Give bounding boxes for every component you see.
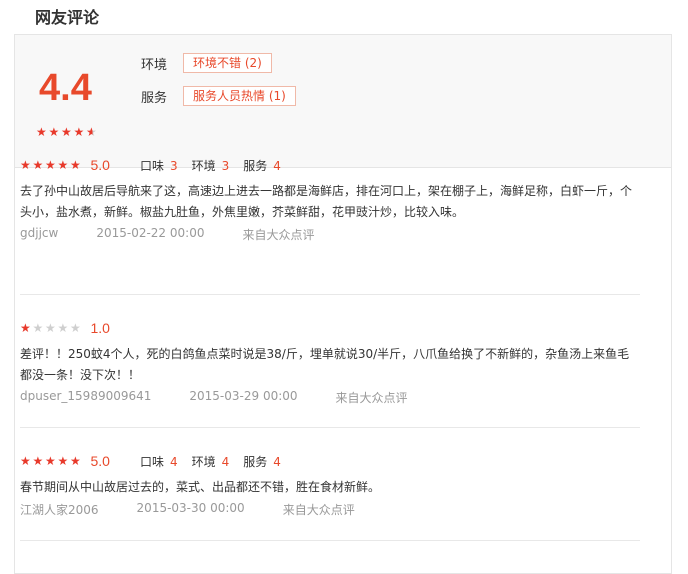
review-score: 1.0 [90, 320, 110, 336]
review-list: ★ ★ ★ ★ ★ 5.0 口味 3 环境 3 服务 4 去了孙中山故居后导航来了这，高速边上… [20, 148, 640, 541]
subscore-label: 环境 [191, 158, 216, 173]
subscore-value: 3 [221, 158, 230, 173]
star-icon: ★ [61, 125, 72, 139]
overall-score: 4.4 [39, 67, 92, 109]
subscore-label: 服务 [243, 454, 268, 469]
section-title: 网友评论 [35, 8, 100, 27]
star-icon: ★ [57, 158, 69, 172]
star-icon: ★ [86, 125, 97, 139]
tag-service-friendly[interactable]: 服务人员热情 (1) [183, 86, 296, 106]
review-user[interactable]: dpuser_15989009641 [20, 389, 151, 406]
subscore-value: 4 [169, 454, 178, 469]
review-meta: dpuser_15989009641 2015-03-29 00:00 来自大众… [20, 389, 640, 406]
review-item: ★ ★ ★ ★ ★ 5.0 口味 3 环境 3 服务 4 去了孙中山故居后导航来了这，高速边上… [20, 148, 640, 295]
review-star-rating: ★ ★ ★ ★ ★ [20, 455, 83, 467]
subscore-taste: 口味 4 [140, 453, 178, 470]
review-source: 来自大众点评 [282, 503, 355, 517]
review-user[interactable]: gdjjcw [20, 226, 58, 243]
review-meta: gdjjcw 2015-02-22 00:00 来自大众点评 [20, 226, 640, 243]
star-icon: ★ [73, 125, 85, 139]
review-text: 去了孙中山故居后导航来了这，高速边上进去一路都是海鲜店，排在河口上，架在棚子上，… [20, 184, 633, 219]
review-header: ★ ★ ★ ★ ★ 5.0 口味 3 环境 3 服务 4 [20, 154, 640, 176]
tag-row-environment: 环境 环境不错 (2) [141, 53, 272, 73]
subscore-environment: 环境 3 [192, 157, 230, 174]
star-icon: ★ [70, 158, 81, 172]
star-icon: ★ [20, 321, 31, 335]
subscore-environment: 环境 4 [192, 453, 230, 470]
subscore-value: 4 [273, 158, 281, 173]
review-source: 来自大众点评 [335, 391, 408, 405]
star-icon: ★ [45, 454, 56, 468]
star-icon: ★ [45, 321, 56, 335]
star-icon: ★ [57, 454, 69, 468]
tag-category-label: 服务 [141, 90, 168, 106]
star-icon: ★ [45, 158, 56, 172]
review-date: 2015-03-29 00:00 [189, 389, 298, 403]
subscore-value: 4 [273, 454, 281, 469]
star-icon: ★ [70, 321, 81, 335]
tag-category-label: 环境 [141, 57, 168, 73]
review-text: 差评！！250蚊4个人，死的白鸽鱼点菜时说是38/斤，埋单就说30/半斤，八爪鱼… [20, 347, 630, 382]
subscore-label: 环境 [191, 454, 216, 469]
review-score: 5.0 [90, 453, 110, 469]
review-date: 2015-02-22 00:00 [96, 226, 205, 240]
overall-star-rating: ★ ★ ★ ★ ★ [36, 126, 99, 138]
subscore-service: 服务 4 [243, 453, 281, 470]
subscore-value: 4 [221, 454, 230, 469]
star-icon: ★ [20, 454, 31, 468]
star-icon: ★ [32, 454, 44, 468]
star-icon: ★ [36, 125, 47, 139]
review-meta: 江湖人家2006 2015-03-30 00:00 来自大众点评 [20, 501, 640, 518]
review-header: ★ ★ ★ ★ ★ 5.0 口味 4 环境 4 服务 4 [20, 450, 640, 472]
subscore-label: 口味 [139, 158, 164, 173]
review-item: ★ ★ ★ ★ ★ 1.0 差评！！250蚊4个人，死的白鸽鱼点菜时说是38/斤，埋单就… [20, 295, 640, 428]
subscore-value: 3 [169, 158, 178, 173]
star-icon: ★ [32, 321, 44, 335]
subscore-service: 服务 4 [243, 157, 281, 174]
review-header: ★ ★ ★ ★ ★ 1.0 [20, 317, 640, 339]
star-icon: ★ [32, 158, 44, 172]
review-source: 来自大众点评 [242, 228, 315, 242]
review-user[interactable]: 江湖人家2006 [20, 501, 99, 518]
tag-row-service: 服务 服务人员热情 (1) [141, 86, 296, 106]
review-date: 2015-03-30 00:00 [136, 501, 245, 515]
subscore-label: 服务 [243, 158, 268, 173]
star-icon: ★ [70, 454, 81, 468]
review-star-rating: ★ ★ ★ ★ ★ [20, 322, 83, 334]
review-star-rating: ★ ★ ★ ★ ★ [20, 159, 83, 171]
star-icon: ★ [48, 125, 60, 139]
review-text: 春节期间从中山故居过去的，菜式、出品都还不错，胜在食材新鲜。 [20, 480, 381, 494]
review-item: ★ ★ ★ ★ ★ 5.0 口味 4 环境 4 服务 4 春节期间从中山故居过去的，菜式、出品… [20, 428, 640, 541]
star-icon: ★ [20, 158, 31, 172]
tag-environment-good[interactable]: 环境不错 (2) [183, 53, 272, 73]
review-score: 5.0 [90, 157, 110, 173]
subscore-label: 口味 [139, 454, 164, 469]
star-icon: ★ [57, 321, 69, 335]
subscore-taste: 口味 3 [140, 157, 178, 174]
